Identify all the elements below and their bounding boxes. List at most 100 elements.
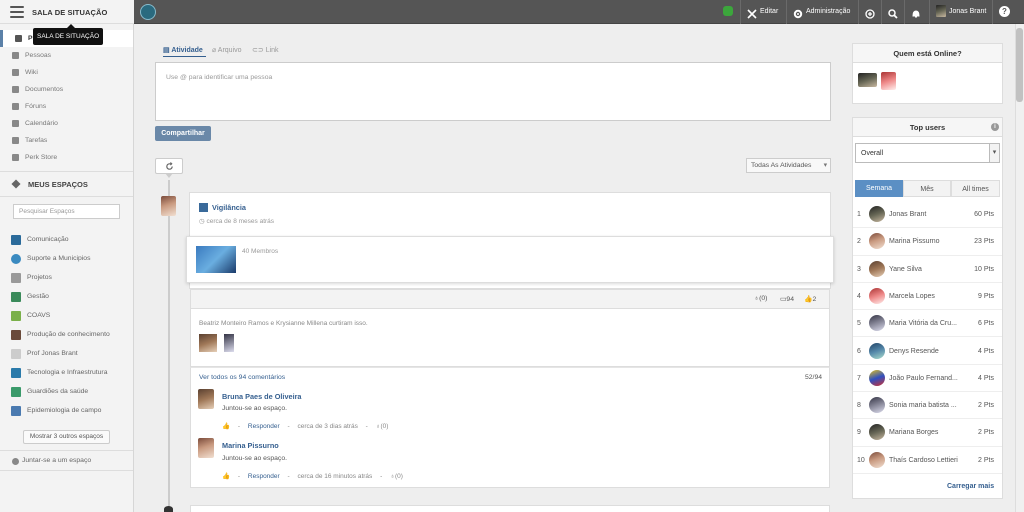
author-avatar[interactable] — [161, 196, 176, 216]
commenter-avatar[interactable] — [198, 438, 214, 458]
info-icon[interactable]: i — [991, 123, 999, 131]
activity-actions-bar — [190, 289, 830, 309]
online-user-avatar[interactable] — [858, 73, 877, 87]
like-counter[interactable]: 👍2 — [804, 295, 816, 303]
user-name[interactable]: Maria Vitória da Cru... — [889, 320, 957, 327]
space-item-prof-jonas[interactable]: Prof Jonas Brant — [11, 348, 133, 367]
thumbs-up-icon[interactable]: 👍 — [222, 473, 230, 480]
sidebar-item-tarefas[interactable]: Tarefas — [0, 132, 133, 149]
hamburger-menu-icon[interactable] — [10, 6, 24, 18]
next-author-avatar[interactable] — [164, 506, 173, 512]
sidebar-item-documentos[interactable]: Documentos — [0, 81, 133, 98]
sidebar-item-perk-store[interactable]: Perk Store — [0, 149, 133, 166]
comment-author[interactable]: Marina Pissurno — [222, 441, 279, 450]
user-avatar[interactable] — [869, 206, 885, 222]
refresh-button[interactable] — [155, 158, 183, 174]
ranking-row[interactable]: 6 Denys Resende 4 Pts — [853, 338, 1002, 365]
user-name[interactable]: Sonia maria batista ... — [889, 402, 957, 409]
scrollbar-thumb[interactable] — [1016, 28, 1023, 102]
tab-arquivo[interactable]: ⌀ Arquivo — [212, 46, 242, 54]
ranking-row[interactable]: 4 Marcela Lopes 9 Pts — [853, 283, 1002, 311]
sidebar-item-calendario[interactable]: Calendário — [0, 115, 133, 132]
tab-atividade[interactable]: ▤ Atividade — [163, 46, 203, 54]
user-name[interactable]: Marcela Lopes — [889, 293, 935, 300]
edit-button[interactable]: Editar — [740, 0, 784, 24]
user-name[interactable]: Jonas Brant — [889, 211, 926, 218]
space-item-comunicacao[interactable]: Comunicação — [11, 234, 133, 253]
thumbs-up-icon[interactable]: 👍 — [222, 423, 230, 430]
user-name[interactable]: Denys Resende — [889, 348, 939, 355]
ranking-row[interactable]: 5 Maria Vitória da Cru... 6 Pts — [853, 310, 1002, 338]
user-menu[interactable]: Jonas Brant — [929, 0, 992, 24]
sidebar-item-wiki[interactable]: Wiki — [0, 64, 133, 81]
liker-avatar[interactable] — [224, 334, 234, 352]
reply-link[interactable]: Responder — [248, 423, 280, 430]
user-name[interactable]: Thaís Cardoso Lettieri — [889, 457, 958, 464]
composer-textarea[interactable] — [155, 62, 831, 121]
join-space-link[interactable]: Juntar-se a um espaço — [12, 457, 91, 465]
user-avatar[interactable] — [869, 369, 885, 386]
comment-author[interactable]: Bruna Paes de Oliveira — [222, 392, 302, 401]
user-avatar[interactable] — [869, 397, 885, 414]
show-more-spaces-button[interactable]: Mostrar 3 outros espaços — [23, 430, 110, 444]
user-name[interactable]: Mariana Borges — [889, 429, 938, 436]
space-avatar-icon — [11, 292, 21, 302]
space-item-epidemiologia[interactable]: Epidemiologia de campo — [11, 405, 133, 424]
space-avatar-icon — [11, 235, 21, 245]
ranking-row[interactable]: 10 Thaís Cardoso Lettieri 2 Pts — [853, 447, 1002, 474]
notifications-button[interactable] — [904, 0, 930, 24]
rank-number: 9 — [857, 429, 861, 437]
space-item-suporte[interactable]: Suporte a Municipios — [11, 253, 133, 272]
chat-button[interactable] — [717, 0, 742, 24]
ranking-row[interactable]: 3 Yane Silva 10 Pts — [853, 256, 1002, 283]
share-button[interactable]: Compartilhar — [155, 126, 211, 141]
administration-button[interactable]: Administração — [786, 0, 856, 24]
tab-mes[interactable]: Mês — [903, 180, 951, 197]
reply-link[interactable]: Responder — [248, 473, 280, 480]
liker-avatar[interactable] — [199, 334, 217, 352]
user-avatar[interactable] — [869, 315, 885, 332]
tab-label: Atividade — [171, 47, 203, 54]
view-all-comments-link[interactable]: Ver todos os 94 comentários — [199, 374, 285, 381]
user-avatar[interactable] — [869, 260, 885, 277]
sidebar-title[interactable]: SALA DE SITUAÇÃO — [32, 8, 108, 17]
activity-filter-select[interactable]: Todas As Atividades ▾ — [746, 158, 831, 173]
ranking-row[interactable]: 8 Sonia maria batista ... 2 Pts — [853, 392, 1002, 420]
ranking-row[interactable]: 1 Jonas Brant 60 Pts — [853, 201, 1002, 229]
space-name-link[interactable]: Vigilância — [212, 203, 246, 212]
ranking-row[interactable]: 7 João Paulo Fernand... 4 Pts — [853, 365, 1002, 393]
tab-link[interactable]: ⊂⊃ Link — [252, 46, 279, 54]
sidebar-item-foruns[interactable]: Fóruns — [0, 98, 133, 115]
user-avatar[interactable] — [869, 287, 885, 304]
user-avatar[interactable] — [869, 342, 885, 359]
space-label: Guardiões da saúde — [27, 388, 89, 395]
user-name[interactable]: Yane Silva — [889, 266, 922, 273]
kudos-counter[interactable]: ♁(0) — [754, 295, 767, 302]
help-button[interactable]: ? — [992, 0, 1016, 24]
space-item-coavs[interactable]: COAVS — [11, 310, 133, 329]
space-item-producao[interactable]: Produção de conhecimento — [11, 329, 133, 348]
user-name[interactable]: João Paulo Fernand... — [889, 375, 958, 382]
ranking-row[interactable]: 9 Mariana Borges 2 Pts — [853, 419, 1002, 447]
space-avatar-icon — [11, 330, 21, 340]
logo[interactable] — [140, 4, 156, 20]
user-avatar[interactable] — [869, 451, 885, 468]
tab-semana[interactable]: Semana — [855, 180, 903, 197]
online-user-avatar[interactable] — [881, 72, 896, 90]
space-item-projetos[interactable]: Projetos — [11, 272, 133, 291]
commenter-avatar[interactable] — [198, 389, 214, 409]
user-avatar[interactable] — [869, 233, 885, 250]
ranking-row[interactable]: 2 Marina Pissurno 23 Pts — [853, 228, 1002, 256]
tab-all-times[interactable]: All times — [951, 180, 1000, 197]
search-spaces-input[interactable]: Pesquisar Espaços — [13, 204, 120, 219]
space-item-gestao[interactable]: Gestão — [11, 291, 133, 310]
ranking-scope-select[interactable]: Overall ▾ — [855, 143, 1000, 163]
load-more-link[interactable]: Carregar mais — [947, 483, 994, 490]
space-item-tecnologia[interactable]: Tecnologia e Infraestrutura — [11, 367, 133, 386]
user-avatar[interactable] — [869, 424, 885, 441]
space-preview-card[interactable] — [186, 236, 834, 283]
comment-counter[interactable]: ▭94 — [780, 295, 794, 303]
user-name[interactable]: Marina Pissurno — [889, 238, 940, 245]
sidebar-item-pessoas[interactable]: Pessoas — [0, 47, 133, 64]
space-item-guardioes[interactable]: Guardiões da saúde — [11, 386, 133, 405]
